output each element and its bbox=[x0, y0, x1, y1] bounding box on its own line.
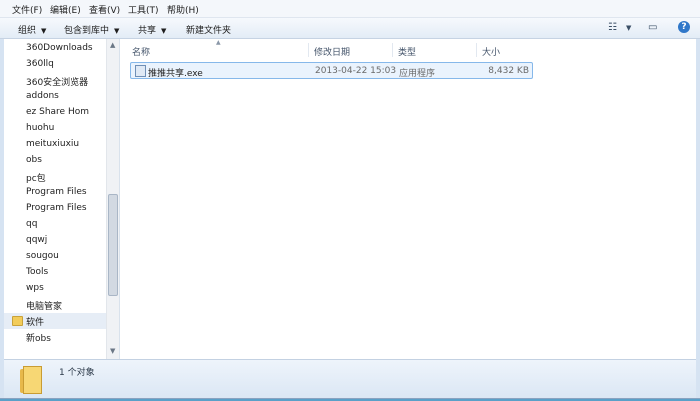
nav-scrollbar-thumb[interactable] bbox=[108, 194, 118, 296]
folder-tree-label: 新obs bbox=[26, 334, 51, 344]
folder-tree-item[interactable]: Program Files bbox=[26, 185, 111, 201]
folder-tree-item[interactable]: addons bbox=[26, 89, 111, 105]
menu-file[interactable]: 文件(F) bbox=[12, 3, 42, 16]
folder-tree-item[interactable]: 360Downloads bbox=[26, 41, 111, 57]
folder-tree-item[interactable]: huohu bbox=[26, 121, 111, 137]
menu-help[interactable]: 帮助(H) bbox=[167, 3, 199, 16]
folder-tree-label: pc包 bbox=[26, 174, 46, 184]
folder-tree-item[interactable]: Tools bbox=[26, 265, 111, 281]
folder-tree-item[interactable]: ez Share Hom bbox=[26, 105, 111, 121]
folder-tree-label: ez Share Hom bbox=[26, 107, 89, 117]
include-in-library-button[interactable]: 包含到库中 ▼ bbox=[64, 23, 119, 36]
exe-file-icon bbox=[135, 65, 146, 77]
item-count: 1 个对象 bbox=[59, 368, 95, 378]
folder-tree-label: addons bbox=[26, 91, 59, 101]
folder-tree-item[interactable]: pc包 bbox=[26, 169, 111, 185]
folder-tree-label: qqwj bbox=[26, 235, 48, 245]
folder-tree-item[interactable]: 新obs bbox=[26, 329, 111, 345]
menu-bar: 文件(F) 编辑(E) 查看(V) 工具(T) 帮助(H) bbox=[0, 0, 700, 18]
folder-tree-label: wps bbox=[26, 283, 44, 293]
folder-tree-label: 360llq bbox=[26, 59, 54, 69]
folder-tree-label: Program Files bbox=[26, 187, 87, 197]
column-header-name[interactable]: 名称 bbox=[132, 45, 150, 58]
help-icon[interactable]: ? bbox=[678, 21, 690, 33]
explorer-window: 文件(F) 编辑(E) 查看(V) 工具(T) 帮助(H) 组织 ▼ 包含到库中 ▼… bbox=[0, 0, 700, 399]
folder-tree-label: 软件 bbox=[26, 318, 45, 328]
file-type: 应用程序 bbox=[399, 69, 436, 79]
folder-tree-item[interactable]: 360安全浏览器 bbox=[26, 73, 111, 89]
folder-icon bbox=[20, 366, 44, 394]
folder-tree-item[interactable]: wps bbox=[26, 281, 111, 297]
folder-tree-item[interactable]: 360llq bbox=[26, 57, 111, 73]
menu-tools[interactable]: 工具(T) bbox=[128, 3, 159, 16]
preview-pane-icon[interactable]: ▭ bbox=[648, 22, 657, 33]
folder-tree-item[interactable]: qq bbox=[26, 217, 111, 233]
file-size: 8,432 KB bbox=[488, 66, 529, 76]
new-folder-button[interactable]: 新建文件夹 bbox=[186, 23, 231, 36]
file-name: 推推共享.exe bbox=[148, 69, 203, 79]
folder-tree-item[interactable]: 软件 bbox=[4, 313, 106, 329]
folder-tree-label: sougou bbox=[26, 251, 59, 261]
menu-view[interactable]: 查看(V) bbox=[89, 3, 120, 16]
sort-up-icon: ▲ bbox=[216, 39, 221, 46]
column-header-size[interactable]: 大小 bbox=[482, 45, 500, 58]
folder-tree-item[interactable]: 电脑管家 bbox=[26, 297, 111, 313]
share-button[interactable]: 共享 ▼ bbox=[138, 23, 166, 36]
column-header-modified[interactable]: 修改日期 bbox=[314, 45, 350, 58]
folder-tree-label: obs bbox=[26, 155, 42, 165]
folder-tree-label: Program Files bbox=[26, 203, 87, 213]
folder-tree-label: 电脑管家 bbox=[26, 302, 63, 312]
folder-tree-item[interactable]: obs bbox=[26, 153, 111, 169]
details-pane: 1 个对象 bbox=[4, 359, 696, 398]
column-divider[interactable] bbox=[392, 43, 393, 57]
folder-tree-label: Tools bbox=[26, 267, 49, 277]
folder-tree-label: 360Downloads bbox=[26, 43, 93, 53]
chevron-down-icon[interactable]: ▼ bbox=[626, 24, 631, 32]
file-modified: 2013-04-22 15:03 bbox=[315, 66, 397, 76]
folder-tree-label: qq bbox=[26, 219, 38, 229]
folder-icon bbox=[12, 316, 23, 326]
column-divider[interactable] bbox=[476, 43, 477, 57]
folder-tree-label: huohu bbox=[26, 123, 55, 133]
command-bar: 组织 ▼ 包含到库中 ▼ 共享 ▼ 新建文件夹 ☷ ▼ ▭ ? bbox=[0, 18, 700, 39]
folder-tree-item[interactable]: Program Files bbox=[26, 201, 111, 217]
scroll-up-icon[interactable]: ▲ bbox=[110, 41, 115, 49]
file-row[interactable]: 推推共享.exe 2013-04-22 15:03 应用程序 8,432 KB bbox=[130, 62, 533, 79]
folder-tree-label: meituxiuxiu bbox=[26, 139, 80, 149]
menu-edit[interactable]: 编辑(E) bbox=[50, 3, 81, 16]
folder-tree-item[interactable]: qqwj bbox=[26, 233, 111, 249]
file-list-pane: ▲ 名称 修改日期 类型 大小 推推共享.exe 2013-04-22 15:0… bbox=[120, 39, 696, 359]
folder-tree-label: 360安全浏览器 bbox=[26, 78, 89, 88]
organize-button[interactable]: 组织 ▼ bbox=[18, 23, 46, 36]
column-divider[interactable] bbox=[308, 43, 309, 57]
folder-tree-item[interactable]: meituxiuxiu bbox=[26, 137, 111, 153]
view-options-icon[interactable]: ☷ bbox=[608, 22, 617, 33]
scroll-down-icon[interactable]: ▼ bbox=[110, 347, 115, 355]
folder-tree-item[interactable]: sougou bbox=[26, 249, 111, 265]
column-header-type[interactable]: 类型 bbox=[398, 45, 416, 58]
